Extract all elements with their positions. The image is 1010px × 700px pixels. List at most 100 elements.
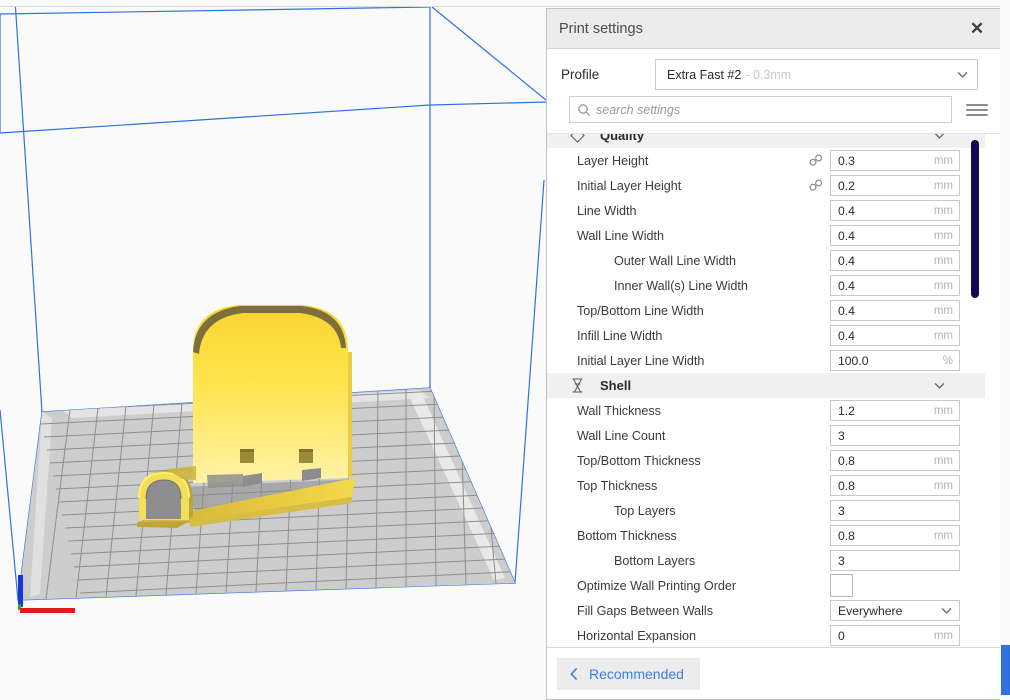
setting-input-initial-layer-line-width[interactable]: 100.0% <box>830 350 960 371</box>
profile-row: Profile Extra Fast #2 - 0.3mm <box>547 49 1002 96</box>
setting-value: 0.4 <box>838 253 855 268</box>
setting-value: 0.2 <box>838 178 855 193</box>
close-icon[interactable]: ✕ <box>964 16 990 42</box>
setting-row-outer-wall-line-width: Outer Wall Line Width 0.4 mm <box>547 248 985 273</box>
profile-label: Profile <box>561 67 600 82</box>
setting-value: 0.8 <box>838 453 855 468</box>
setting-value: 3 <box>838 503 845 518</box>
setting-value: 0.4 <box>838 228 855 243</box>
setting-row-line-width: Line Width 0.4 mm <box>547 198 985 223</box>
shell-icon <box>572 378 583 393</box>
settings-list-viewport[interactable]: Quality Layer Height 0.3 mm Initial Layer He… <box>547 133 1002 647</box>
setting-row-top-thickness: Top Thickness 0.8 mm <box>547 473 985 498</box>
chevron-down-icon <box>957 72 968 78</box>
setting-unit: % <box>942 354 953 367</box>
recommended-label: Recommended <box>589 665 684 682</box>
setting-row-layer-height: Layer Height 0.3 mm <box>547 148 985 173</box>
setting-value: 3 <box>838 428 845 443</box>
setting-value: 0.8 <box>838 478 855 493</box>
setting-value: 3 <box>838 553 845 568</box>
setting-input-top-bottom-line-width[interactable]: 0.4 mm <box>830 300 960 321</box>
panel-titlebar: Print settings ✕ <box>547 9 1002 49</box>
link-icon[interactable] <box>809 179 823 192</box>
setting-label: Fill Gaps Between Walls <box>577 603 714 618</box>
setting-unit: mm <box>933 479 953 492</box>
setting-input-top-layers[interactable]: 3 <box>830 500 960 521</box>
setting-row-top-bottom-line-width: Top/Bottom Line Width 0.4 mm <box>547 298 985 323</box>
setting-label: Bottom Layers <box>614 553 696 568</box>
setting-row-wall-thickness: Wall Thickness 1.2 mm <box>547 398 985 423</box>
setting-input-initial-layer-height[interactable]: 0.2 mm <box>830 175 960 196</box>
setting-unit: mm <box>933 229 953 242</box>
setting-value: 0.4 <box>838 328 855 343</box>
setting-unit: mm <box>933 529 953 542</box>
setting-value: 0.4 <box>838 303 855 318</box>
print-settings-panel: Print settings ✕ Profile Extra Fast #2 -… <box>546 8 1002 700</box>
settings-list: Quality Layer Height 0.3 mm Initial Layer He… <box>547 133 985 647</box>
setting-row-fill-gaps-between-walls: Fill Gaps Between Walls Everywhere <box>547 598 985 623</box>
recommended-button[interactable]: Recommended <box>557 657 700 690</box>
settings-scrollbar[interactable] <box>971 140 979 638</box>
setting-input-layer-height[interactable]: 0.3 mm <box>830 150 960 171</box>
setting-label: Top/Bottom Thickness <box>577 453 701 468</box>
setting-value: 0.4 <box>838 203 855 218</box>
setting-input-wall-thickness[interactable]: 1.2 mm <box>830 400 960 421</box>
panel-footer: Recommended <box>547 647 1002 699</box>
setting-row-inner-wall-s-line-width: Inner Wall(s) Line Width 0.4 mm <box>547 273 985 298</box>
model-tunnel <box>138 466 196 520</box>
setting-row-optimize-wall-printing-order: Optimize Wall Printing Order <box>547 573 985 598</box>
setting-label: Outer Wall Line Width <box>614 253 737 268</box>
setting-unit: mm <box>933 204 953 217</box>
setting-value: 1.2 <box>838 403 855 418</box>
section-label: Quality <box>600 133 645 143</box>
settings-section-quality[interactable]: Quality <box>547 133 985 148</box>
cura-window: Print settings ✕ Profile Extra Fast #2 -… <box>0 0 1010 700</box>
3d-viewport[interactable] <box>0 0 546 700</box>
search-box[interactable] <box>569 96 952 123</box>
setting-label: Initial Layer Line Width <box>577 353 705 368</box>
setting-value: 0.4 <box>838 278 855 293</box>
setting-input-line-width[interactable]: 0.4 mm <box>830 200 960 221</box>
settings-section-shell[interactable]: Shell <box>547 373 985 398</box>
setting-input-inner-wall-s-line-width[interactable]: 0.4 mm <box>830 275 960 296</box>
setting-input-wall-line-width[interactable]: 0.4 mm <box>830 225 960 246</box>
setting-value: 100.0 <box>838 353 869 368</box>
chevron-down-icon <box>934 383 945 389</box>
setting-label: Wall Line Width <box>577 228 665 243</box>
chevron-down-icon <box>934 134 945 139</box>
setting-input-bottom-thickness[interactable]: 0.8 mm <box>830 525 960 546</box>
hamburger-icon[interactable] <box>966 100 988 120</box>
setting-unit: mm <box>933 154 953 167</box>
setting-unit: mm <box>933 279 953 292</box>
setting-input-top-thickness[interactable]: 0.8 mm <box>830 475 960 496</box>
setting-input-infill-line-width[interactable]: 0.4 mm <box>830 325 960 346</box>
window-scrollbar[interactable] <box>1000 0 1010 700</box>
setting-unit: mm <box>933 404 953 417</box>
setting-input-bottom-layers[interactable]: 3 <box>830 550 960 571</box>
setting-label: Horizontal Expansion <box>577 628 697 643</box>
setting-label: Optimize Wall Printing Order <box>577 578 737 593</box>
setting-input-outer-wall-line-width[interactable]: 0.4 mm <box>830 250 960 271</box>
setting-dropdown-fill-gaps-between-walls[interactable]: Everywhere <box>830 600 960 621</box>
link-icon[interactable] <box>809 154 823 167</box>
model-arched-panel <box>193 305 348 483</box>
settings-scrollbar-thumb[interactable] <box>971 140 979 298</box>
setting-input-horizontal-expansion[interactable]: 0 mm <box>830 625 960 646</box>
axis-z <box>18 575 23 607</box>
setting-checkbox-optimize-wall-printing-order[interactable] <box>830 574 853 597</box>
setting-input-wall-line-count[interactable]: 3 <box>830 425 960 446</box>
setting-value: 0 <box>838 628 845 643</box>
profile-select[interactable]: Extra Fast #2 - 0.3mm <box>655 59 978 90</box>
setting-input-top-bottom-thickness[interactable]: 0.8 mm <box>830 450 960 471</box>
setting-label: Wall Line Count <box>577 428 666 443</box>
quality-icon <box>570 134 585 143</box>
setting-row-top-layers: Top Layers 3 <box>547 498 985 523</box>
setting-row-initial-layer-height: Initial Layer Height 0.2 mm <box>547 173 985 198</box>
setting-row-infill-line-width: Infill Line Width 0.4 mm <box>547 323 985 348</box>
search-icon <box>578 103 591 116</box>
chevron-down-icon <box>941 608 952 614</box>
window-scrollbar-thumb[interactable] <box>1001 645 1010 695</box>
setting-value: Everywhere <box>838 603 903 618</box>
setting-row-bottom-thickness: Bottom Thickness 0.8 mm <box>547 523 985 548</box>
search-input[interactable] <box>591 102 944 117</box>
